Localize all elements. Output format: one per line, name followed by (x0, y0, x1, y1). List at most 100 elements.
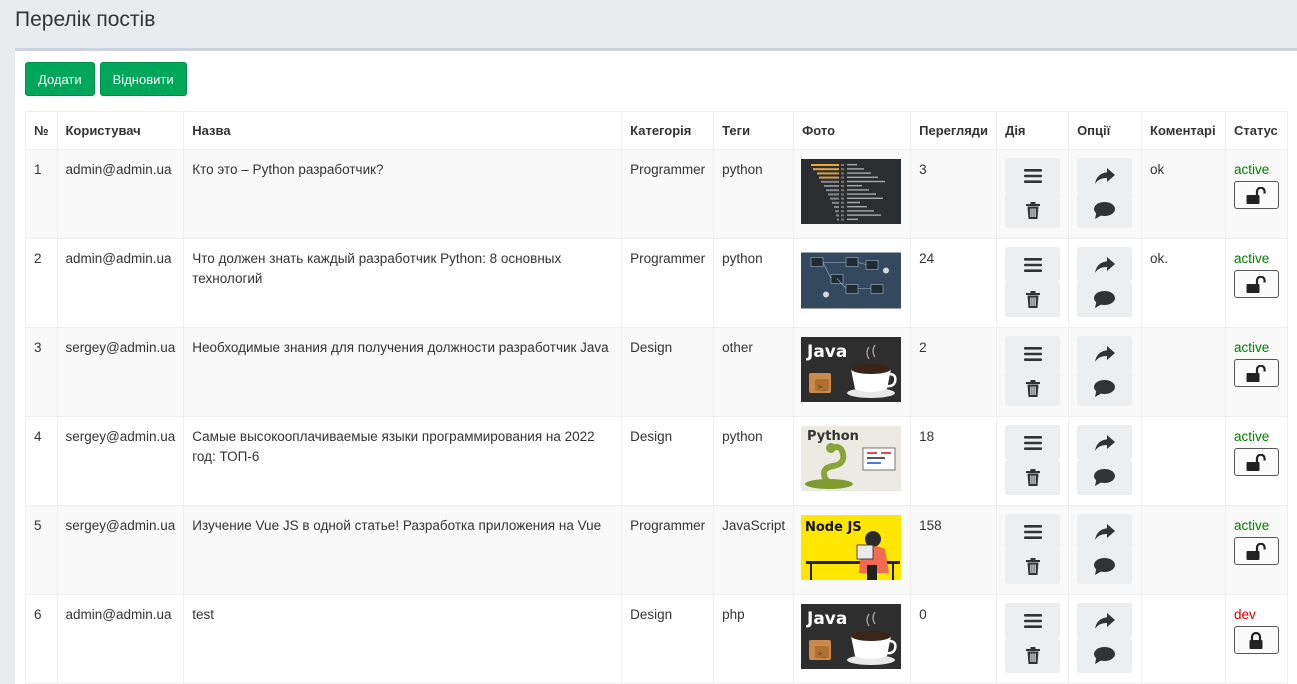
row-options (1068, 149, 1143, 239)
column-header-views: Перегляди (910, 111, 998, 150)
delete-button[interactable] (1005, 193, 1061, 228)
page-header: Перелік постів (0, 0, 1297, 48)
row-title: Необходимые знания для получения должнос… (183, 327, 623, 417)
edit-button[interactable] (1005, 603, 1061, 638)
lock-toggle-button[interactable] (1233, 626, 1279, 654)
table-row: 2 admin@admin.ua Что должен знать каждый… (25, 238, 1289, 328)
row-photo: Python (793, 416, 912, 506)
row-user: sergey@admin.ua (56, 505, 185, 595)
add-button[interactable]: Додати (25, 62, 95, 96)
row-actions (996, 416, 1070, 506)
python-snake-thumbnail: Python (801, 426, 902, 491)
comment-icon (1094, 469, 1116, 486)
delete-button[interactable] (1005, 371, 1061, 406)
table-row: 3 sergey@admin.ua Необходимые знания для… (25, 327, 1289, 417)
row-tags: python (713, 149, 795, 239)
menu-icon (1023, 524, 1042, 539)
row-user: admin@admin.ua (56, 594, 185, 684)
delete-button[interactable] (1005, 549, 1061, 584)
column-header-user: Користувач (56, 111, 185, 150)
edit-button[interactable] (1005, 247, 1061, 282)
lock-toggle-button[interactable] (1233, 448, 1279, 476)
status-label: active (1233, 162, 1270, 177)
row-views: 3 (910, 149, 998, 239)
comment-icon (1094, 558, 1116, 575)
svg-text:>_: >_ (818, 650, 827, 658)
comment-button[interactable] (1077, 371, 1133, 406)
row-comment (1141, 327, 1226, 417)
edit-button[interactable] (1005, 336, 1061, 371)
posts-table: № Користувач Назва Категорія Теги Фото П… (25, 111, 1289, 684)
lock-toggle-button[interactable] (1233, 359, 1279, 387)
row-tags: JavaScript (713, 505, 795, 595)
row-options (1068, 327, 1143, 417)
status-label: dev (1233, 607, 1256, 622)
row-photo (793, 149, 912, 239)
table-row: 1 admin@admin.ua Кто это – Python разраб… (25, 149, 1289, 239)
row-views: 2 (910, 327, 998, 417)
row-status: active (1224, 416, 1289, 506)
edit-button[interactable] (1005, 158, 1061, 193)
share-button[interactable] (1077, 336, 1133, 371)
lock-icon (1249, 631, 1263, 649)
diagram-thumbnail (801, 252, 902, 309)
trash-icon (1025, 291, 1040, 308)
delete-button[interactable] (1005, 282, 1061, 317)
row-comment (1141, 505, 1226, 595)
table-row: 5 sergey@admin.ua Изучение Vue JS в одно… (25, 505, 1289, 595)
row-number: 5 (25, 505, 58, 595)
share-button[interactable] (1077, 603, 1133, 638)
row-options (1068, 594, 1143, 684)
delete-button[interactable] (1005, 638, 1061, 673)
row-tags: python (713, 416, 795, 506)
lock-toggle-button[interactable] (1233, 537, 1279, 565)
row-number: 2 (25, 238, 58, 328)
row-options (1068, 238, 1143, 328)
row-tags: python (713, 238, 795, 328)
comment-button[interactable] (1077, 549, 1133, 584)
edit-button[interactable] (1005, 425, 1061, 460)
comment-button[interactable] (1077, 460, 1133, 495)
share-button[interactable] (1077, 514, 1133, 549)
share-button[interactable] (1077, 158, 1133, 193)
column-header-category: Категорія (621, 111, 715, 150)
menu-icon (1023, 168, 1042, 183)
status-label: active (1233, 518, 1270, 533)
row-status: active (1224, 149, 1289, 239)
restore-button[interactable]: Відновити (99, 62, 187, 96)
trash-icon (1025, 380, 1040, 397)
column-header-action: Дія (996, 111, 1070, 150)
comment-button[interactable] (1077, 638, 1133, 673)
row-status: active (1224, 327, 1289, 417)
row-views: 0 (910, 594, 998, 684)
share-icon (1094, 167, 1115, 184)
share-button[interactable] (1077, 247, 1133, 282)
edit-button[interactable] (1005, 514, 1061, 549)
share-button[interactable] (1077, 425, 1133, 460)
row-photo: Java >_ (793, 327, 912, 417)
toolbar: Додати Відновити (25, 62, 187, 96)
svg-text:Java: Java (806, 342, 847, 362)
row-number: 1 (25, 149, 58, 239)
lock-toggle-button[interactable] (1233, 181, 1279, 209)
row-user: admin@admin.ua (56, 149, 185, 239)
row-photo (793, 238, 912, 328)
share-icon (1094, 434, 1115, 451)
row-photo: Node JS (793, 505, 912, 595)
row-options (1068, 505, 1143, 595)
row-options (1068, 416, 1143, 506)
row-comment (1141, 594, 1226, 684)
row-title: Изучение Vue JS в одной статье! Разработ… (183, 505, 623, 595)
row-tags: other (713, 327, 795, 417)
share-icon (1094, 345, 1115, 362)
row-actions (996, 238, 1070, 328)
row-title: Что должен знать каждый разработчик Pyth… (183, 238, 623, 328)
unlock-icon (1246, 186, 1267, 204)
delete-button[interactable] (1005, 460, 1061, 495)
row-photo: Java >_ (793, 594, 912, 684)
lock-toggle-button[interactable] (1233, 270, 1279, 298)
svg-text:Python: Python (807, 429, 859, 444)
comment-button[interactable] (1077, 282, 1133, 317)
column-header-status: Статус (1224, 111, 1289, 150)
comment-button[interactable] (1077, 193, 1133, 228)
